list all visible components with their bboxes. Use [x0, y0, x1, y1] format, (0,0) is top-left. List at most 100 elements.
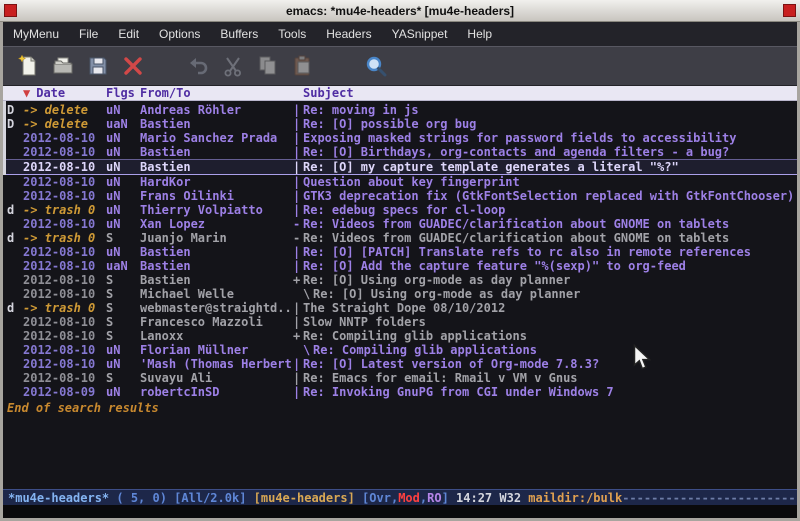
menu-item-buffers[interactable]: Buffers: [220, 27, 258, 41]
message-row[interactable]: d -> trash 0 S Juanjo Marin - Re: Videos…: [3, 231, 797, 245]
menu-item-mymenu[interactable]: MyMenu: [13, 27, 59, 41]
menu-item-tools[interactable]: Tools: [278, 27, 306, 41]
undo-icon: [186, 54, 210, 78]
window-menu-button[interactable]: [4, 4, 17, 17]
header-subject-col[interactable]: Subject: [303, 86, 797, 100]
echo-area[interactable]: [3, 505, 797, 518]
row-subject: GTK3 deprecation fix (GtkFontSelection r…: [303, 189, 797, 203]
message-row[interactable]: 2012-08-10 uN Xan Lopez - Re: Videos fro…: [3, 217, 797, 231]
message-row[interactable]: 2012-08-10 S Francesco Mazzoli | Slow NN…: [3, 315, 797, 329]
message-row[interactable]: 2012-08-10 uN HardKor | Question about k…: [3, 175, 797, 189]
menu-bar: MyMenu File Edit Options Buffers Tools Headers…: [3, 22, 797, 46]
row-subject: Re: edebug specs for cl-loop: [303, 203, 797, 217]
row-date: 2012-08-10: [23, 189, 106, 203]
row-subject: Re: [O] possible org bug: [303, 117, 797, 131]
modeline-overwrite-flag: Ovr: [369, 491, 391, 505]
row-subject: Re: [O] my capture template generates a …: [303, 160, 797, 174]
row-thread-separator: |: [293, 357, 303, 371]
message-row[interactable]: 2012-08-09 uN robertcInSD | Re: Invoking…: [3, 385, 797, 399]
header-flags-col[interactable]: Flgs: [106, 86, 140, 100]
cut-icon: [221, 54, 245, 78]
row-date: 2012-08-10: [23, 329, 106, 343]
row-date: 2012-08-10: [23, 343, 106, 357]
menu-item-options[interactable]: Options: [159, 27, 200, 41]
row-subject: Re: Videos from GUADEC/clarification abo…: [303, 231, 797, 245]
undo-button[interactable]: [185, 53, 211, 79]
modeline-modified-flag: Mod: [398, 491, 420, 505]
message-row[interactable]: 2012-08-10 uN 'Mash (Thomas Herbert) | R…: [3, 357, 797, 371]
mark-char: [7, 217, 23, 231]
message-row[interactable]: 2012-08-10 uN Frans Oilinki | GTK3 depre…: [3, 189, 797, 203]
menu-item-help[interactable]: Help: [467, 27, 492, 41]
row-subject: The Straight Dope 08/10/2012: [303, 301, 797, 315]
message-row[interactable]: 2012-08-10 S Michael Welle \ Re: [O] Usi…: [3, 287, 797, 301]
message-row[interactable]: 2012-08-10 uN Bastien | Re: [O] [PATCH] …: [3, 245, 797, 259]
modeline-comma1: ,: [391, 491, 398, 505]
message-row[interactable]: 2012-08-10 S Bastien + Re: [O] Using org…: [3, 273, 797, 287]
message-row[interactable]: 2012-08-10 uN Bastien | Re: [O] my captu…: [3, 159, 797, 175]
mark-char: [7, 259, 23, 273]
mode-line[interactable]: *mu4e-headers* ( 5, 0) [All/2.0k] [mu4e-…: [3, 489, 797, 505]
message-row[interactable]: d -> trash 0 S webmaster@straightd... | …: [3, 301, 797, 315]
scrollbar-thumb[interactable]: [3, 101, 6, 175]
row-date: 2012-08-10: [23, 273, 106, 287]
modeline-maildir: maildir:/bulk: [528, 491, 622, 505]
row-flags: S: [106, 301, 140, 315]
save-button[interactable]: [85, 53, 111, 79]
row-thread-separator: |: [293, 301, 303, 315]
modeline-bracket-close: ]: [442, 491, 456, 505]
row-subject: Re: [O] Birthdays, org-contacts and agen…: [303, 145, 797, 159]
cut-button[interactable]: [220, 53, 246, 79]
mark-char: [7, 329, 23, 343]
header-line: ▼Date Flgs From/To Subject: [3, 86, 797, 101]
row-thread-separator: |: [293, 203, 303, 217]
sort-descending-icon: ▼: [23, 86, 30, 100]
message-row[interactable]: 2012-08-10 uN Bastien | Re: [O] Birthday…: [3, 145, 797, 159]
mark-char: D: [7, 103, 23, 117]
menu-item-file[interactable]: File: [79, 27, 98, 41]
row-from: Thierry Volpiatto: [140, 203, 293, 217]
message-row[interactable]: 2012-08-10 S Suvayu Ali | Re: Emacs for …: [3, 371, 797, 385]
row-subject: Re: Compiling glib applications: [303, 329, 797, 343]
message-row[interactable]: 2012-08-10 S Lanoxx + Re: Compiling glib…: [3, 329, 797, 343]
search-button[interactable]: [363, 53, 389, 79]
message-row[interactable]: d -> trash 0 uN Thierry Volpiatto | Re: …: [3, 203, 797, 217]
row-subject: Re: moving in js: [303, 103, 797, 117]
row-from: 'Mash (Thomas Herbert): [140, 357, 293, 371]
frame-content: MyMenu File Edit Options Buffers Tools Headers…: [3, 22, 797, 518]
row-from: Bastien: [140, 117, 293, 131]
row-thread-separator: |: [293, 371, 303, 385]
new-file-button[interactable]: [15, 53, 41, 79]
title-bar[interactable]: emacs: *mu4e-headers* [mu4e-headers]: [0, 0, 800, 22]
emacs-window: emacs: *mu4e-headers* [mu4e-headers] MyM…: [0, 0, 800, 521]
row-flags: uN: [106, 203, 140, 217]
row-subject: Re: [O] [PATCH] Translate refs to rc als…: [303, 245, 797, 259]
close-buffer-button[interactable]: [120, 53, 146, 79]
message-row[interactable]: 2012-08-10 uaN Bastien | Re: [O] Add the…: [3, 259, 797, 273]
mark-char: d: [7, 231, 23, 245]
save-icon: [86, 54, 110, 78]
message-row[interactable]: 2012-08-10 uN Florian Müllner \ Re: Comp…: [3, 343, 797, 357]
paste-button[interactable]: [290, 53, 316, 79]
row-from: Florian Müllner: [140, 343, 293, 357]
window-close-button[interactable]: [783, 4, 796, 17]
header-date-col[interactable]: ▼Date: [23, 86, 106, 100]
new-file-icon: [16, 54, 40, 78]
row-flags: S: [106, 315, 140, 329]
message-row[interactable]: D -> delete uaN Bastien | Re: [O] possib…: [3, 117, 797, 131]
paste-icon: [291, 54, 315, 78]
message-row[interactable]: 2012-08-10 uN Mario Sanchez Prada | Expo…: [3, 131, 797, 145]
row-flags: uN: [106, 385, 140, 399]
menu-item-edit[interactable]: Edit: [118, 27, 139, 41]
modeline-stats: ( 5, 0) [All/2.0k]: [109, 491, 254, 505]
message-row[interactable]: D -> delete uN Andreas Röhler | Re: movi…: [3, 103, 797, 117]
menu-item-yasnippet[interactable]: YASnippet: [392, 27, 448, 41]
row-from: Bastien: [140, 145, 293, 159]
row-thread-separator: |: [293, 385, 303, 399]
open-folder-button[interactable]: [50, 53, 76, 79]
copy-button[interactable]: [255, 53, 281, 79]
menu-item-headers[interactable]: Headers: [326, 27, 371, 41]
header-from-col[interactable]: From/To: [140, 86, 293, 100]
window-title: emacs: *mu4e-headers* [mu4e-headers]: [286, 4, 514, 18]
mark-char: D: [7, 117, 23, 131]
